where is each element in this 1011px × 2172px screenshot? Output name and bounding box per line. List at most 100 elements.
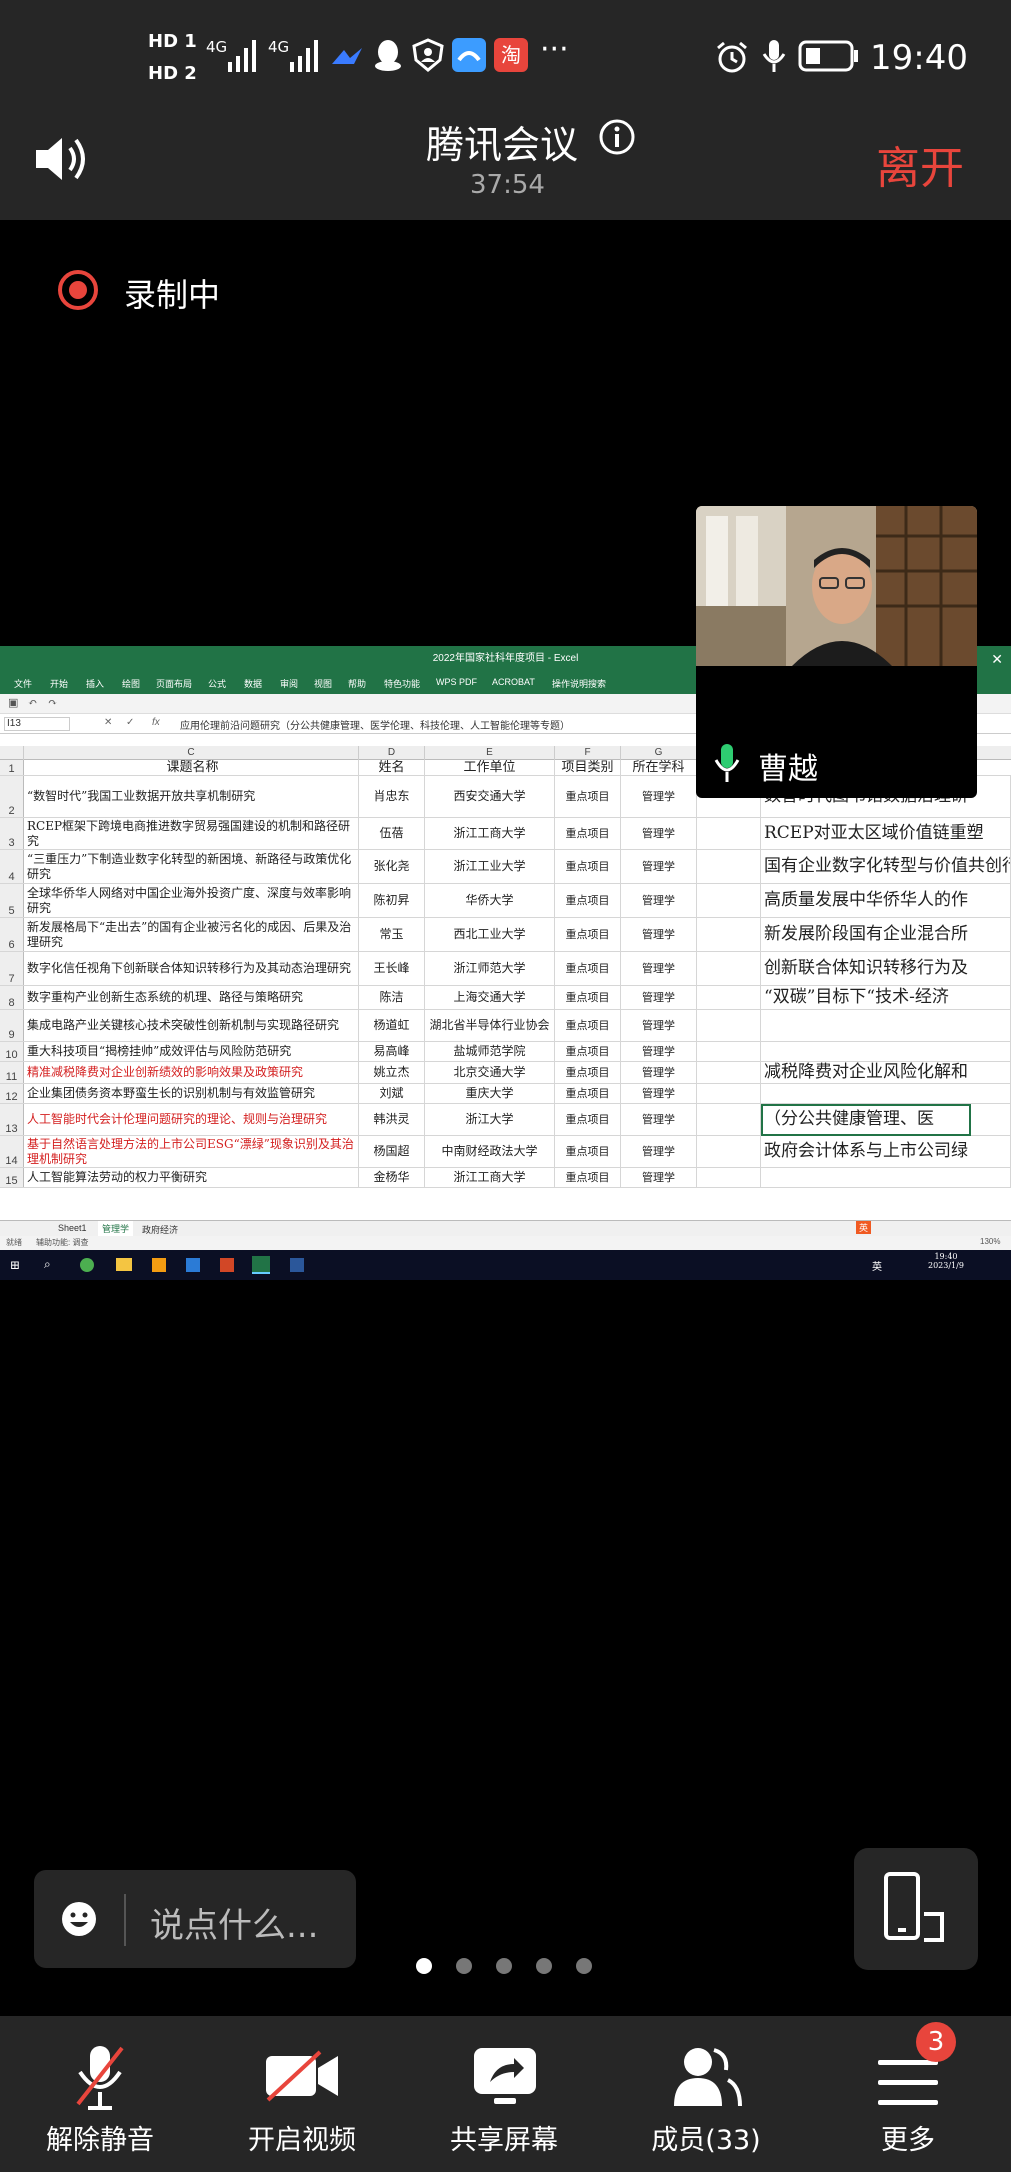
- cell-overflow-text[interactable]: 新发展阶段国有企业混合所: [761, 918, 1011, 951]
- cell-category[interactable]: 重点项目: [555, 1104, 621, 1135]
- cell-name[interactable]: 王长峰: [359, 952, 425, 985]
- menu-page-layout[interactable]: 页面布局: [156, 677, 192, 690]
- cell-discipline[interactable]: 管理学: [621, 918, 697, 951]
- cell-name[interactable]: 杨道虹: [359, 1010, 425, 1041]
- cell-category[interactable]: 重点项目: [555, 1084, 621, 1103]
- cell-project-title[interactable]: RCEP框架下跨境电商推进数字贸易强国建设的机制和路径研究: [24, 818, 359, 849]
- table-row[interactable]: 13 人工智能时代会计伦理问题研究的理论、规则与治理研究 韩洪灵 浙江大学 重点项目 管理…: [0, 1104, 1011, 1136]
- cell-discipline[interactable]: 管理学: [621, 850, 697, 883]
- cell-discipline[interactable]: 管理学: [621, 1042, 697, 1061]
- menu-view[interactable]: 视图: [314, 677, 332, 690]
- cell-name[interactable]: 姓名: [359, 760, 425, 775]
- cell-organization[interactable]: 西安交通大学: [425, 776, 555, 817]
- cell-overflow-text[interactable]: 减税降费对企业风险化解和: [761, 1062, 1011, 1083]
- cell-empty[interactable]: [697, 1010, 761, 1041]
- redo-icon[interactable]: ↷: [48, 696, 57, 709]
- cell-discipline[interactable]: 管理学: [621, 1104, 697, 1135]
- cell-name[interactable]: 韩洪灵: [359, 1104, 425, 1135]
- menu-help[interactable]: 帮助: [348, 677, 366, 690]
- cell-organization[interactable]: 华侨大学: [425, 884, 555, 917]
- leave-button[interactable]: 离开: [876, 132, 964, 196]
- row-number[interactable]: 3: [0, 818, 24, 849]
- powerpoint-icon[interactable]: [220, 1258, 234, 1272]
- row-number[interactable]: 13: [0, 1104, 24, 1135]
- cell-overflow-text[interactable]: 政府会计体系与上市公司绿: [761, 1136, 1011, 1167]
- cell-empty[interactable]: [697, 986, 761, 1009]
- page-dot-1[interactable]: [416, 1958, 432, 1974]
- cell-project-title[interactable]: 重大科技项目“揭榜挂帅”成效评估与风险防范研究: [24, 1042, 359, 1061]
- menu-draw[interactable]: 绘图: [122, 677, 140, 690]
- cell-empty[interactable]: [697, 918, 761, 951]
- menu-features[interactable]: 特色功能: [384, 677, 420, 690]
- cell-organization[interactable]: 浙江工商大学: [425, 1168, 555, 1187]
- cell-category[interactable]: 重点项目: [555, 1062, 621, 1083]
- row-number[interactable]: 4: [0, 850, 24, 883]
- cell-overflow-text[interactable]: 创新联合体知识转移行为及: [761, 952, 1011, 985]
- accessibility-status[interactable]: 辅助功能: 调查: [36, 1237, 88, 1248]
- chrome-icon[interactable]: [80, 1258, 94, 1272]
- menu-file[interactable]: 文件: [14, 677, 32, 690]
- name-box[interactable]: I13: [4, 717, 70, 731]
- cell-organization[interactable]: 浙江工业大学: [425, 850, 555, 883]
- cell-overflow-text[interactable]: [761, 1010, 1011, 1041]
- column-header-e[interactable]: E: [425, 746, 555, 760]
- cell-overflow-text[interactable]: RCEP对亚太区域价值链重塑: [761, 818, 1011, 849]
- cell-organization[interactable]: 浙江师范大学: [425, 952, 555, 985]
- participant-video-tile[interactable]: 曹越: [696, 506, 977, 798]
- table-row[interactable]: 11 精准减税降费对企业创新绩效的影响效果及政策研究 姚立杰 北京交通大学 重点项目 管理…: [0, 1062, 1011, 1084]
- formula-input[interactable]: 应用伦理前沿问题研究（分公共健康管理、医学伦理、科技伦理、人工智能伦理等专题）: [180, 717, 570, 732]
- cell-name[interactable]: 杨国超: [359, 1136, 425, 1167]
- cell-name[interactable]: 陈洁: [359, 986, 425, 1009]
- cell-organization[interactable]: 湖北省半导体行业协会: [425, 1010, 555, 1041]
- cell-category[interactable]: 重点项目: [555, 952, 621, 985]
- cell-overflow-text[interactable]: [761, 1042, 1011, 1061]
- share-screen-button[interactable]: 共享屏幕: [404, 2016, 604, 2172]
- table-row[interactable]: 7 数字化信任视角下创新联合体知识转移行为及其动态治理研究 王长峰 浙江师范大学 重点项…: [0, 952, 1011, 986]
- row-number[interactable]: 9: [0, 1010, 24, 1041]
- cell-organization[interactable]: 上海交通大学: [425, 986, 555, 1009]
- more-button[interactable]: 3 更多: [808, 2016, 1008, 2172]
- word-icon[interactable]: [290, 1258, 304, 1272]
- cell-category[interactable]: 重点项目: [555, 1010, 621, 1041]
- search-icon[interactable]: ⌕: [44, 1257, 51, 1272]
- select-all-corner[interactable]: [0, 746, 24, 760]
- column-header-d[interactable]: D: [359, 746, 425, 760]
- start-video-button[interactable]: 开启视频: [202, 2016, 402, 2172]
- cell-empty[interactable]: [697, 1084, 761, 1103]
- cell-empty[interactable]: [697, 818, 761, 849]
- windows-start-icon[interactable]: ⊞: [10, 1258, 20, 1272]
- ime-label[interactable]: 英: [856, 1221, 872, 1234]
- cell-name[interactable]: 刘斌: [359, 1084, 425, 1103]
- table-row[interactable]: 15 人工智能算法劳动的权力平衡研究 金杨华 浙江工商大学 重点项目 管理学: [0, 1168, 1011, 1188]
- rotate-screen-button[interactable]: [854, 1848, 978, 1970]
- cell-category[interactable]: 项目类别: [555, 760, 621, 775]
- undo-icon[interactable]: ↶: [28, 696, 37, 709]
- chat-input[interactable]: 说点什么...: [34, 1870, 356, 1968]
- menu-review[interactable]: 审阅: [280, 677, 298, 690]
- cell-overflow-text[interactable]: （分公共健康管理、医: [761, 1104, 1011, 1135]
- cell-name[interactable]: 张化尧: [359, 850, 425, 883]
- meeting-taskbar-icon[interactable]: [186, 1258, 200, 1272]
- page-dot-4[interactable]: [536, 1958, 552, 1974]
- cell-project-title[interactable]: 精准减税降费对企业创新绩效的影响效果及政策研究: [24, 1062, 359, 1083]
- menu-search[interactable]: 操作说明搜索: [552, 677, 606, 690]
- page-dot-3[interactable]: [496, 1958, 512, 1974]
- cell-name[interactable]: 姚立杰: [359, 1062, 425, 1083]
- cell-project-title[interactable]: 课题名称: [24, 760, 359, 775]
- cell-discipline[interactable]: 管理学: [621, 952, 697, 985]
- cell-overflow-text[interactable]: 国有企业数字化转型与价值共创行为研究: [761, 850, 1011, 883]
- cell-discipline[interactable]: 管理学: [621, 776, 697, 817]
- cell-name[interactable]: 易高峰: [359, 1042, 425, 1061]
- row-number[interactable]: 11: [0, 1062, 24, 1083]
- speaker-icon[interactable]: [32, 134, 94, 184]
- row-number[interactable]: 12: [0, 1084, 24, 1103]
- cell-organization[interactable]: 工作单位: [425, 760, 555, 775]
- cell-project-title[interactable]: “数智时代”我国工业数据开放共享机制研究: [24, 776, 359, 817]
- menu-data[interactable]: 数据: [244, 677, 262, 690]
- cell-project-title[interactable]: 全球华侨华人网络对中国企业海外投资广度、深度与效率影响研究: [24, 884, 359, 917]
- page-dot-2[interactable]: [456, 1958, 472, 1974]
- cell-project-title[interactable]: 数字重构产业创新生态系统的机理、路径与策略研究: [24, 986, 359, 1009]
- taskbar-lang[interactable]: 英: [872, 1258, 882, 1273]
- table-row[interactable]: 10 重大科技项目“揭榜挂帅”成效评估与风险防范研究 易高峰 盐城师范学院 重点项目 管理…: [0, 1042, 1011, 1062]
- cell-name[interactable]: 常玉: [359, 918, 425, 951]
